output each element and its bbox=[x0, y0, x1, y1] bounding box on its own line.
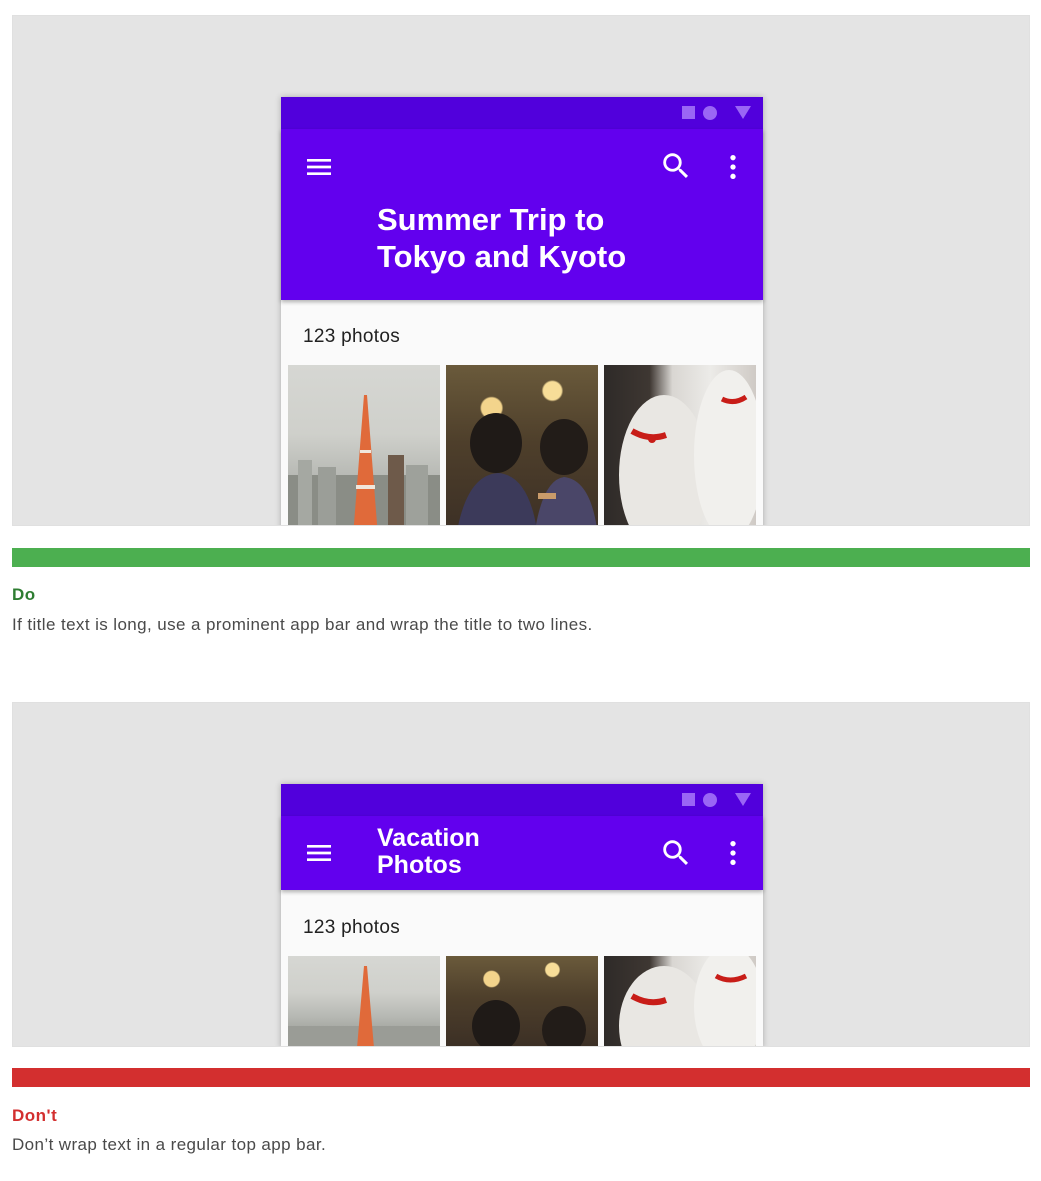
dont-caption: Don’t wrap text in a regular top app bar… bbox=[12, 1135, 327, 1154]
photo-festival[interactable] bbox=[446, 365, 598, 525]
photo-lucky-cats[interactable] bbox=[604, 956, 756, 1046]
title-line-2: Tokyo and Kyoto bbox=[377, 239, 627, 274]
photo-tokyo-tower[interactable] bbox=[288, 365, 440, 525]
more-vert-icon[interactable] bbox=[717, 151, 749, 183]
circle-icon bbox=[703, 793, 717, 807]
photo-tokyo-tower[interactable] bbox=[288, 956, 440, 1046]
app-bar-title: Vacation Photos bbox=[377, 825, 480, 879]
lucky-cats-image bbox=[619, 370, 756, 525]
do-label: Do bbox=[12, 585, 36, 604]
title-line-2: Photos bbox=[377, 851, 462, 879]
phone-mockup: Summer Trip to Tokyo and Kyoto 123 photo… bbox=[281, 97, 763, 525]
triangle-icon bbox=[735, 106, 751, 119]
dont-example-panel: Vacation Photos 123 photos bbox=[12, 702, 1030, 1047]
dont-indicator-bar bbox=[12, 1068, 1030, 1087]
do-caption: If title text is long, use a prominent a… bbox=[12, 615, 593, 634]
phone-mockup: Vacation Photos 123 photos bbox=[281, 784, 763, 1046]
more-vert-icon[interactable] bbox=[717, 837, 749, 869]
search-icon[interactable] bbox=[659, 836, 693, 870]
triangle-icon bbox=[735, 793, 751, 806]
do-indicator-bar bbox=[12, 548, 1030, 567]
tokyo-tower-image bbox=[288, 966, 440, 1046]
menu-icon[interactable] bbox=[303, 837, 335, 869]
festival-image bbox=[458, 413, 597, 525]
tokyo-tower-image bbox=[288, 395, 440, 525]
search-icon[interactable] bbox=[659, 149, 693, 183]
festival-image bbox=[472, 1000, 586, 1046]
dont-label: Don't bbox=[12, 1106, 58, 1125]
status-bar bbox=[281, 97, 763, 129]
prominent-app-bar: Summer Trip to Tokyo and Kyoto bbox=[281, 129, 763, 300]
photo-lucky-cats[interactable] bbox=[604, 365, 756, 525]
menu-icon[interactable] bbox=[303, 151, 335, 183]
circle-icon bbox=[703, 106, 717, 120]
app-bar-title: Summer Trip to Tokyo and Kyoto bbox=[377, 201, 626, 275]
photo-count: 123 photos bbox=[303, 917, 401, 938]
lucky-cats-image bbox=[619, 956, 756, 1046]
title-line-1: Summer Trip to bbox=[377, 202, 605, 237]
square-icon bbox=[682, 106, 695, 119]
square-icon bbox=[682, 793, 695, 806]
do-example-panel: Summer Trip to Tokyo and Kyoto 123 photo… bbox=[12, 15, 1030, 526]
status-bar bbox=[281, 784, 763, 816]
photo-festival[interactable] bbox=[446, 956, 598, 1046]
regular-app-bar: Vacation Photos bbox=[281, 816, 763, 890]
title-line-1: Vacation bbox=[377, 824, 480, 852]
photo-count: 123 photos bbox=[303, 326, 401, 347]
